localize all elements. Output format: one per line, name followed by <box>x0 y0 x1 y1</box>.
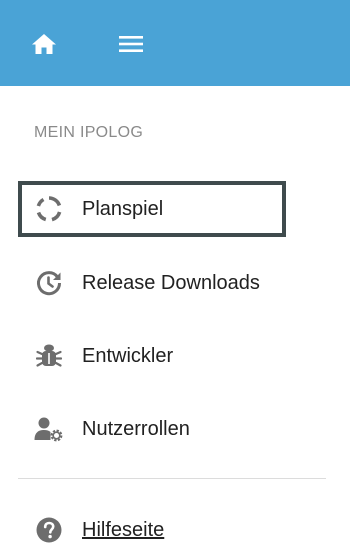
sidebar-item-planspiel[interactable]: Planspiel <box>18 181 286 237</box>
menu-button[interactable] <box>117 33 145 55</box>
question-circle-icon <box>34 515 64 545</box>
user-gear-icon <box>34 414 64 444</box>
sidebar-item-label: Release Downloads <box>82 271 260 294</box>
circle-notch-icon <box>34 194 64 224</box>
sidebar-item-nutzerrollen[interactable]: Nutzerrollen <box>18 401 286 457</box>
help-link-label: Hilfeseite <box>82 518 165 541</box>
sidebar-item-entwickler[interactable]: Entwickler <box>18 328 286 384</box>
top-bar <box>0 0 350 86</box>
home-icon <box>32 34 56 54</box>
hamburger-menu-icon <box>119 36 143 52</box>
sidebar-item-release-downloads[interactable]: Release Downloads <box>18 255 286 311</box>
home-button[interactable] <box>30 32 58 56</box>
sidebar-item-label: Nutzerrollen <box>82 417 190 440</box>
sidebar-item-label: Entwickler <box>82 344 174 367</box>
sidebar-item-label: Planspiel <box>82 197 164 220</box>
section-heading: MEIN IPOLOG <box>34 124 144 141</box>
bug-icon <box>34 341 64 371</box>
history-clock-icon <box>34 268 64 298</box>
divider <box>18 478 326 479</box>
help-link[interactable]: Hilfeseite <box>18 502 286 554</box>
